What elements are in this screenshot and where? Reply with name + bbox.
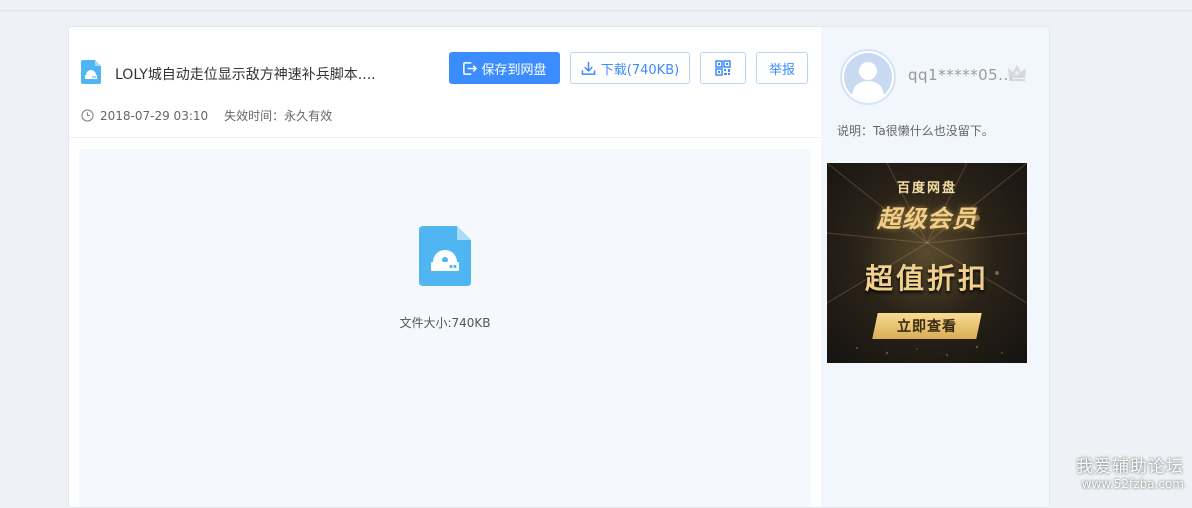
username[interactable]: qq1*****05... — [908, 66, 1014, 84]
ad-cta-label: 立即查看 — [897, 319, 957, 335]
expire-time: 失效时间：永久有效 — [224, 109, 333, 123]
top-divider — [0, 10, 1192, 11]
user-description: 说明：Ta很懒什么也没留下。 — [837, 124, 994, 138]
save-to-netdisk-button[interactable]: 保存到网盘 — [449, 52, 560, 84]
download-icon — [581, 61, 596, 75]
disk-file-icon — [81, 60, 101, 84]
disk-file-icon-large — [419, 226, 471, 286]
ad-deal-text: 超值折扣 — [864, 262, 989, 295]
file-title: LOLY城自动走位显示敌方神速补兵脚本.... — [115, 67, 376, 83]
user-sidebar: qq1*****05... 说明：Ta很懒什么也没留下。 百度网盘 超级会员 超… — [821, 27, 1049, 507]
vip-ad-banner[interactable]: 百度网盘 超级会员 超值折扣 立即查看 — [827, 163, 1027, 363]
file-size: 文件大小:740KB — [399, 316, 491, 330]
watermark-title: 我爱辅助论坛 — [1076, 457, 1184, 477]
qrcode-button[interactable] — [700, 52, 746, 84]
save-icon — [463, 61, 478, 75]
share-card: LOLY城自动走位显示敌方神速补兵脚本.... 保存到网盘 下载(740KB) — [68, 26, 1050, 508]
ad-brand: 百度网盘 — [896, 181, 957, 196]
crown-icon — [1008, 65, 1026, 81]
file-header: LOLY城自动走位显示敌方神速补兵脚本.... 保存到网盘 下载(740KB) — [69, 27, 821, 138]
file-preview: 文件大小:740KB — [79, 149, 811, 507]
file-meta: 2018-07-29 03:10 失效时间：永久有效 — [81, 107, 332, 124]
upload-date: 2018-07-29 03:10 — [100, 108, 209, 123]
qrcode-icon — [715, 60, 731, 76]
clock-icon — [81, 109, 94, 122]
avatar[interactable] — [840, 49, 896, 105]
download-button-label: 下载(740KB) — [600, 62, 680, 78]
file-panel: LOLY城自动走位显示敌方神速补兵脚本.... 保存到网盘 下载(740KB) — [69, 27, 821, 507]
save-button-label: 保存到网盘 — [481, 62, 547, 78]
ad-vip-title: 超级会员 — [877, 205, 977, 233]
ad-view-now-button[interactable]: 立即查看 — [872, 313, 982, 339]
watermark-url: www.52fzba.com — [1081, 477, 1184, 491]
download-button[interactable]: 下载(740KB) — [570, 52, 690, 84]
report-button[interactable]: 举报 — [756, 52, 808, 84]
report-button-label: 举报 — [768, 62, 795, 78]
